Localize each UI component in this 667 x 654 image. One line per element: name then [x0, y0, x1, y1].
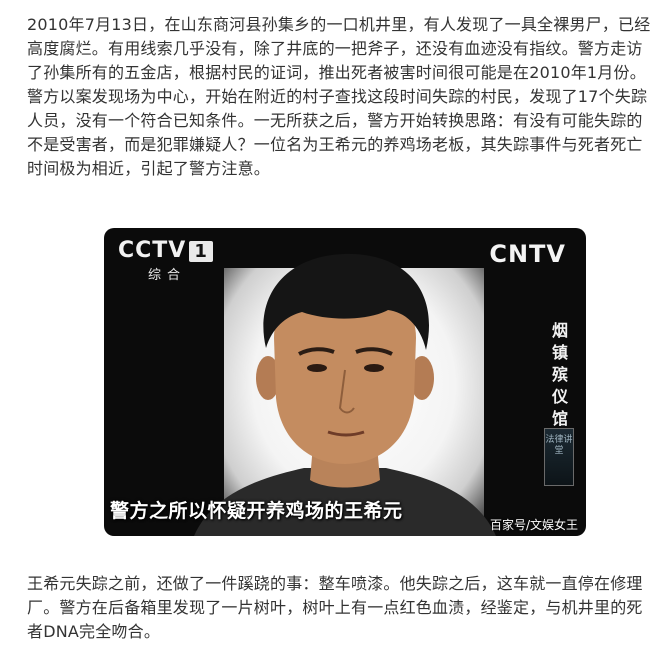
- cctv-logo-text: CCTV: [118, 238, 187, 263]
- cctv-logo: CCTV 1: [118, 238, 213, 263]
- watermark: 百家号/文娱女王: [489, 518, 578, 532]
- channel-name: 综合: [148, 268, 187, 283]
- article-paragraph-1: 2010年7月13日，在山东商河县孙集乡的一口机井里，有人发现了一具全裸男尸，已…: [27, 15, 651, 178]
- article-paragraph-2: 王希元失踪之前，还做了一件蹊跷的事：整车喷漆。他失踪之后，这车就一直停在修理厂。…: [27, 574, 643, 641]
- channel-number: 1: [189, 241, 213, 262]
- vertical-caption: 烟镇殡仪馆: [551, 321, 568, 428]
- video-subtitle: 警方之所以怀疑开养鸡场的王希元: [110, 500, 403, 522]
- cntv-logo: CNTV: [489, 240, 566, 268]
- show-logo: 法律讲堂: [544, 428, 574, 486]
- tv-screenshot-image: CCTV 1 综合 CNTV 烟镇殡仪馆 法律讲堂 警方之所以怀疑开养鸡场的王希元…: [104, 228, 586, 536]
